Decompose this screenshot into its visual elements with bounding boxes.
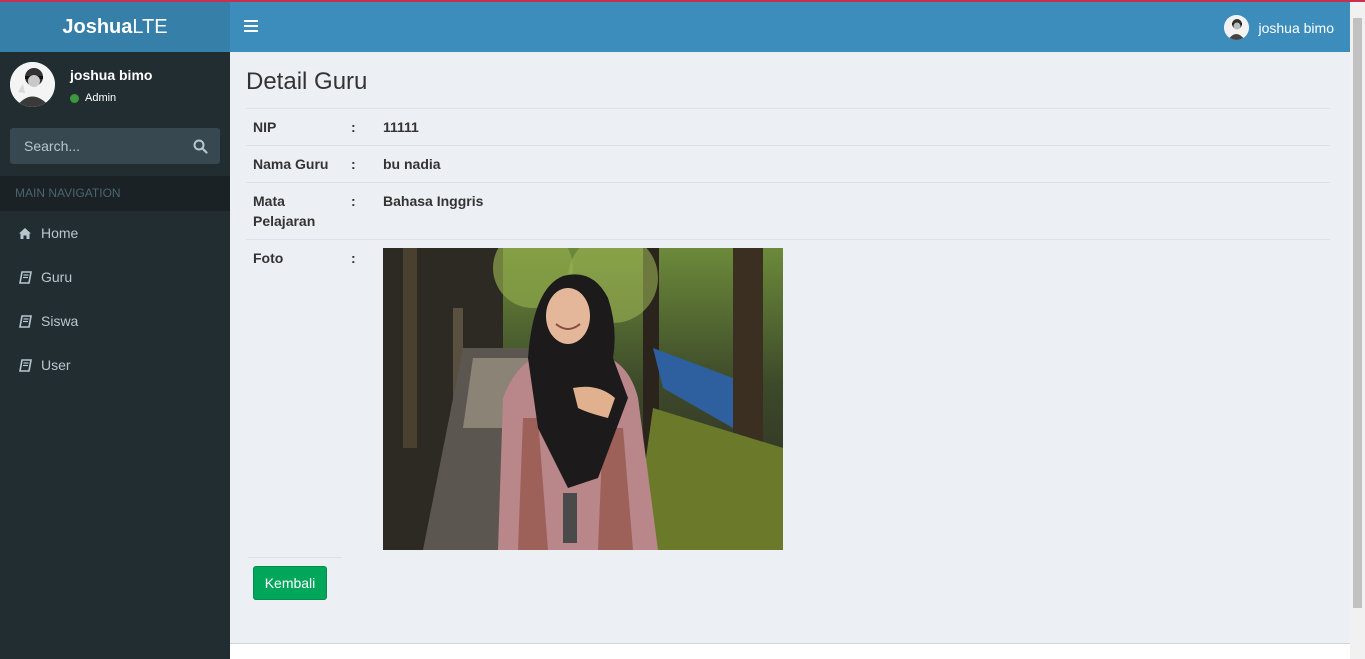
- sidebar-user-name: joshua bimo: [70, 67, 153, 83]
- row-separator: :: [344, 182, 376, 240]
- book-icon: [18, 358, 32, 372]
- sidebar-item-label: Siswa: [41, 313, 79, 329]
- page-title: Detail Guru: [246, 68, 368, 95]
- page-scrollbar[interactable]: [1350, 2, 1365, 659]
- scrollbar-thumb[interactable]: [1353, 18, 1362, 608]
- sidebar-user-panel: joshua bimo Admin: [0, 52, 230, 118]
- user-avatar-icon: [1223, 15, 1249, 40]
- row-label: NIP: [246, 108, 344, 146]
- row-value: Bahasa Inggris: [376, 182, 1330, 240]
- sidebar-item-home[interactable]: Home: [0, 211, 230, 255]
- table-row: NIP : 11111: [246, 108, 1330, 146]
- row-value: bu nadia: [376, 145, 1330, 183]
- logo-light: LTE: [132, 15, 168, 38]
- book-icon: [18, 314, 32, 328]
- user-role: Admin: [85, 92, 117, 104]
- back-button[interactable]: Kembali: [253, 566, 327, 600]
- nav-header: MAIN NAVIGATION: [0, 176, 230, 211]
- search-icon[interactable]: [193, 139, 208, 154]
- user-status: Admin: [70, 92, 116, 104]
- online-status-dot-icon: [70, 93, 79, 103]
- sidebar-search-form: [10, 128, 220, 164]
- row-separator: :: [344, 108, 376, 146]
- top-accent-bar: [0, 0, 1365, 2]
- sidebar: joshua bimo Admin MAIN NAVIGATION Home G…: [0, 52, 230, 659]
- row-label: Mata Pelajaran: [246, 182, 344, 240]
- form-actions: Kembali: [248, 557, 342, 600]
- page-footer: [230, 643, 1350, 659]
- book-icon: [18, 270, 32, 284]
- row-label: Nama Guru: [246, 145, 344, 183]
- sidebar-menu: Home Guru Siswa User: [0, 211, 230, 387]
- detail-table: NIP : 11111 Nama Guru : bu nadia Mata Pe…: [246, 108, 1330, 558]
- sidebar-item-user[interactable]: User: [0, 343, 230, 387]
- navbar-user-name: joshua bimo: [1258, 19, 1335, 36]
- sidebar-item-guru[interactable]: Guru: [0, 255, 230, 299]
- sidebar-item-siswa[interactable]: Siswa: [0, 299, 230, 343]
- sidebar-avatar-icon: [10, 62, 55, 107]
- sidebar-item-label: Guru: [41, 269, 73, 285]
- row-separator: :: [344, 239, 376, 558]
- search-input[interactable]: [10, 128, 180, 164]
- hamburger-menu-icon[interactable]: [244, 20, 258, 32]
- table-row: Foto :: [246, 239, 1330, 558]
- user-menu[interactable]: joshua bimo: [1223, 15, 1335, 40]
- row-value: 11111: [376, 108, 1330, 146]
- teacher-photo: [383, 248, 783, 550]
- logo-bold: Joshua: [62, 15, 133, 38]
- row-photo-cell: [376, 239, 1330, 558]
- main-content: Detail Guru NIP : 11111 Nama Guru : bu n…: [230, 52, 1350, 643]
- top-navbar: joshua bimo: [230, 2, 1350, 52]
- table-row: Mata Pelajaran : Bahasa Inggris: [246, 182, 1330, 240]
- sidebar-item-label: Home: [41, 225, 79, 241]
- sidebar-item-label: User: [41, 357, 71, 373]
- row-separator: :: [344, 145, 376, 183]
- home-icon: [18, 226, 32, 240]
- row-label: Foto: [246, 239, 344, 558]
- app-logo[interactable]: Joshua LTE: [0, 2, 230, 52]
- table-row: Nama Guru : bu nadia: [246, 145, 1330, 183]
